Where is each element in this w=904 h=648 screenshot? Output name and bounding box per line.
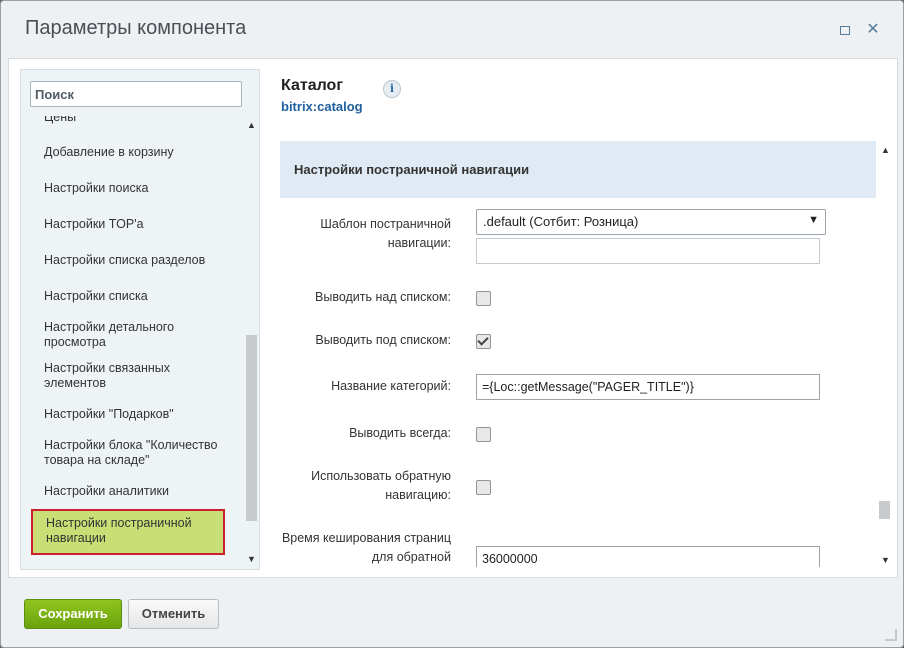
sections-sidebar: Цены Добавление в корзину Настройки поис… bbox=[20, 69, 260, 570]
cache-time-input[interactable]: 36000000 bbox=[476, 546, 820, 567]
parameters-scroll-thumb[interactable] bbox=[879, 501, 890, 519]
show-bottom-checkbox[interactable] bbox=[476, 334, 491, 349]
sidebar-item-add-to-cart[interactable]: Добавление в корзину bbox=[44, 145, 234, 160]
dialog-content: Цены Добавление в корзину Настройки поис… bbox=[8, 58, 898, 578]
category-name-input[interactable]: ={Loc::getMessage("PAGER_TITLE")} bbox=[476, 374, 820, 400]
sidebar-item-top-settings[interactable]: Настройки TOP'а bbox=[44, 217, 234, 232]
sidebar-item-stock-settings[interactable]: Настройки блока "Количество товара на ск… bbox=[44, 438, 234, 468]
info-icon[interactable]: i bbox=[383, 80, 401, 98]
sections-list: Цены Добавление в корзину Настройки поис… bbox=[21, 116, 243, 566]
sidebar-scrollbar[interactable]: ▲ ▼ bbox=[245, 116, 257, 566]
show-top-label: Выводить над списком: bbox=[315, 290, 451, 304]
sidebar-scroll-thumb[interactable] bbox=[246, 335, 257, 521]
section-header: Настройки постраничной навигации bbox=[280, 141, 876, 198]
desc-nav-checkbox[interactable] bbox=[476, 480, 491, 495]
category-name-label: Название категорий: bbox=[331, 379, 451, 393]
show-always-checkbox[interactable] bbox=[476, 427, 491, 442]
sidebar-item-section-list-settings[interactable]: Настройки списка разделов bbox=[44, 253, 234, 268]
sidebar-item-list-settings[interactable]: Настройки списка bbox=[44, 289, 234, 304]
resize-handle-icon[interactable] bbox=[885, 629, 897, 641]
sidebar-item-pagination-settings[interactable]: Настройки постраничной навигации bbox=[31, 509, 225, 555]
chevron-down-icon: ▼ bbox=[808, 214, 819, 226]
show-always-label: Выводить всегда: bbox=[349, 426, 451, 440]
scroll-up-icon[interactable]: ▲ bbox=[881, 145, 890, 155]
pager-template-extra-input[interactable] bbox=[476, 238, 820, 264]
maximize-icon[interactable] bbox=[837, 22, 853, 38]
pager-template-select[interactable]: .default (Сотбит: Розница) ▼ bbox=[476, 209, 826, 235]
sidebar-item-gifts-settings[interactable]: Настройки "Подарков" bbox=[44, 407, 234, 422]
close-icon[interactable]: ✕ bbox=[865, 22, 881, 38]
pager-template-value: .default (Сотбит: Розница) bbox=[483, 214, 639, 229]
search-input[interactable] bbox=[30, 81, 242, 107]
scroll-up-icon[interactable]: ▲ bbox=[247, 120, 256, 130]
component-params-dialog: Параметры компонента ✕ Цены Добавление в… bbox=[0, 0, 904, 648]
parameters-scrollbar[interactable]: ▲ ▼ bbox=[879, 141, 891, 565]
sidebar-item-prices[interactable]: Цены bbox=[44, 116, 234, 125]
sidebar-item-related-settings[interactable]: Настройки связанных элементов bbox=[44, 361, 234, 391]
scroll-down-icon[interactable]: ▼ bbox=[881, 555, 890, 565]
sidebar-item-analytics-settings[interactable]: Настройки аналитики bbox=[44, 484, 234, 499]
cache-time-label: Время кеширования страниц для обратной bbox=[281, 531, 451, 564]
dialog-titlebar[interactable]: Параметры компонента ✕ bbox=[1, 1, 903, 59]
desc-nav-label: Использовать обратную навигацию: bbox=[311, 469, 451, 502]
cancel-button[interactable]: Отменить bbox=[128, 599, 219, 629]
scroll-down-icon[interactable]: ▼ bbox=[247, 554, 256, 564]
dialog-title: Параметры компонента bbox=[25, 17, 247, 39]
section-title: Настройки постраничной навигации bbox=[294, 162, 530, 177]
parameters-panel: Настройки постраничной навигации Шаблон … bbox=[280, 141, 876, 567]
show-bottom-label: Выводить под списком: bbox=[315, 333, 451, 347]
component-name: Каталог bbox=[281, 77, 343, 94]
sidebar-item-detail-settings[interactable]: Настройки детального просмотра bbox=[44, 320, 234, 350]
pager-template-label: Шаблон постраничной навигации: bbox=[320, 217, 451, 250]
save-button[interactable]: Сохранить bbox=[24, 599, 122, 629]
show-top-checkbox[interactable] bbox=[476, 291, 491, 306]
component-code: bitrix:catalog bbox=[281, 99, 363, 114]
sidebar-item-search-settings[interactable]: Настройки поиска bbox=[44, 181, 234, 196]
